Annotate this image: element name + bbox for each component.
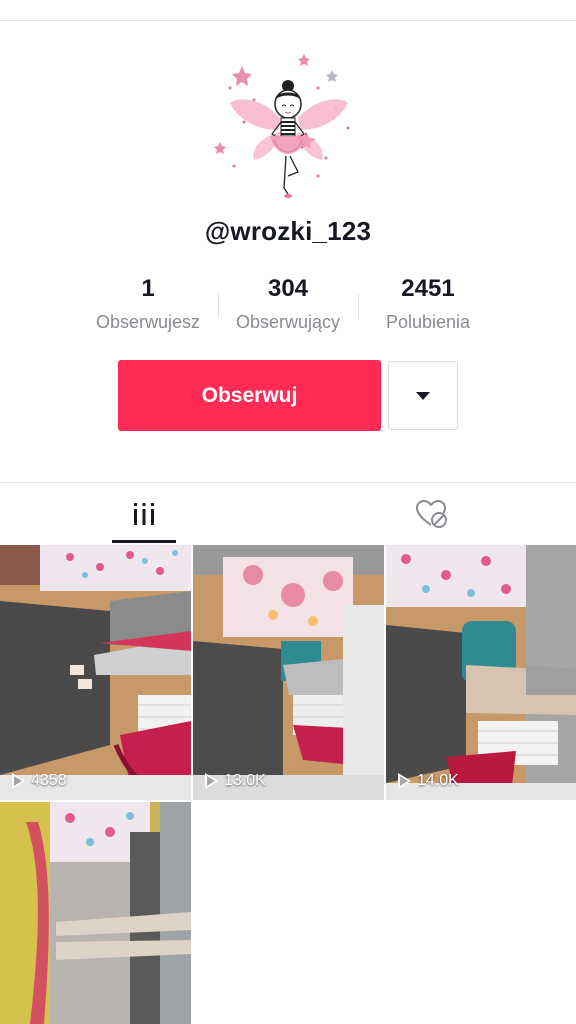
caret-down-icon [416, 391, 430, 400]
stat-likes-label: Polubienia [385, 312, 471, 332]
play-icon [398, 773, 411, 789]
profile-username: @wrozki_123 [204, 216, 372, 246]
video-thumbnail[interactable] [0, 802, 191, 1024]
stat-followers-count: 304 [267, 275, 309, 302]
video-thumbnail[interactable]: 14.0K [386, 545, 576, 800]
view-count: 4358 [12, 772, 67, 790]
video-frame-image [386, 545, 576, 800]
video-frame-image [193, 545, 384, 800]
profile-avatar[interactable] [208, 48, 368, 208]
tab-videos[interactable] [0, 483, 288, 545]
play-icon [12, 773, 25, 789]
play-icon [205, 773, 218, 789]
video-frame-image [0, 545, 191, 800]
view-count: 13.0K [205, 772, 266, 790]
suggested-accounts-button[interactable] [388, 361, 458, 430]
stat-likes[interactable]: 2451 Polubienia [358, 272, 498, 342]
stat-followers[interactable]: 304 Obserwujący [218, 272, 358, 342]
view-count: 14.0K [398, 772, 459, 790]
follow-button[interactable]: Obserwuj [118, 360, 381, 431]
video-grid-icon [134, 503, 154, 525]
profile-stats: 1 Obserwujesz 304 Obserwujący 2451 Polub… [78, 272, 498, 342]
tab-active-indicator [112, 540, 176, 543]
stat-followers-label: Obserwujący [235, 312, 341, 332]
top-divider [0, 20, 576, 21]
video-frame-image [0, 802, 191, 1024]
liked-heart-hidden-icon [416, 500, 447, 528]
view-count-label: 4358 [31, 772, 67, 789]
stat-following[interactable]: 1 Obserwujesz [78, 272, 218, 342]
fairy-illustration-icon [214, 54, 350, 198]
video-thumbnail[interactable]: 13.0K [193, 545, 384, 800]
stat-following-label: Obserwujesz [95, 312, 201, 332]
stat-likes-count: 2451 [401, 275, 455, 302]
view-count-label: 13.0K [224, 772, 266, 789]
tab-liked-videos[interactable] [288, 483, 576, 545]
video-thumbnail[interactable]: 4358 [0, 545, 191, 800]
view-count-label: 14.0K [417, 772, 459, 789]
stat-following-count: 1 [141, 275, 155, 302]
